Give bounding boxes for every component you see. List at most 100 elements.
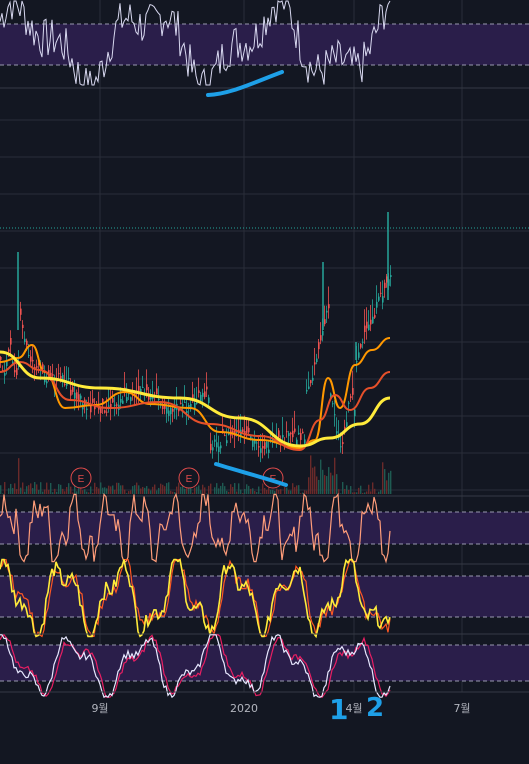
volume-bar [118,482,120,494]
volume-bar [306,490,308,494]
candle-body [286,431,288,433]
candle-body [306,390,308,392]
volume-bar [156,490,158,494]
volume-bar [92,492,94,494]
volume-bar [316,476,318,494]
volume-bar [304,490,306,494]
volume-bar [146,486,148,494]
volume-bar [88,492,90,494]
candle-body [318,342,320,350]
volume-bar [130,490,132,494]
volume-bar [340,493,342,494]
candle-body [264,442,266,449]
candle-body [266,441,268,448]
volume-bar [226,490,228,494]
candle-body [390,275,392,277]
annotation-label-2: 2 [366,693,384,723]
volume-bar [314,466,316,494]
candle-body [36,366,38,368]
candle-body [92,398,94,403]
volume-bar [58,484,60,494]
x-tick-label: 7월 [453,702,470,715]
volume-bar [112,485,114,494]
candle-body [258,446,260,448]
x-axis[interactable]: 9월 2020 4월 7월 [91,702,470,715]
volume-bar [372,482,374,494]
candle-body [322,330,324,336]
candle-body [212,447,214,451]
volume-bar [44,489,46,494]
volume-bar [202,484,204,494]
candle-body [350,396,352,398]
volume-bar [66,487,68,494]
volume-bar [296,485,298,494]
volume-bar [144,487,146,494]
candle-body [30,356,32,362]
volume-bar [16,489,18,494]
volume-bar [224,486,226,494]
volume-bar [254,490,256,494]
candle-body [16,368,18,376]
candle-body [130,397,132,402]
volume-bar [216,483,218,494]
candle-body [170,408,172,415]
volume-bar [128,491,130,494]
volume-bar [388,472,390,494]
candle-body [356,361,358,363]
candle-body [300,433,302,440]
volume-bar [302,492,304,494]
volume-bar [100,482,102,494]
volume-bar [276,488,278,494]
candle-body [14,370,16,373]
volume-bar [330,472,332,494]
volume-bar [280,489,282,494]
volume-bar [184,488,186,494]
candle-body [354,409,356,417]
volume-bar [362,492,364,494]
volume-bar [266,489,268,494]
earnings-label-2: E [186,474,193,485]
volume-bar [206,493,208,494]
volume-bar [178,482,180,494]
volume-bar [366,491,368,494]
candle-body [58,373,60,375]
volume-bar [384,469,386,494]
candle-body [10,337,12,345]
candle-body [278,430,280,438]
candle-body [4,373,6,376]
volume-bar [124,489,126,494]
volume-bar [310,455,312,494]
volume-bar [292,483,294,494]
volume-bar [174,491,176,494]
volume-bar [54,488,56,494]
volume-bar [196,486,198,494]
volume-bar [246,484,248,494]
volume-bar [272,489,274,494]
volume-bar [84,489,86,494]
volume-bar [110,486,112,494]
earnings-marker[interactable]: E [178,467,200,489]
volume-bar [50,482,52,494]
volume-bar [342,482,344,494]
volume-bar [34,482,36,494]
candle-body [316,358,318,363]
volume-bar [140,488,142,494]
volume-bar [38,490,40,494]
volume-bar [48,490,50,494]
volume-bar [0,485,2,494]
candle-body [374,315,376,318]
volume-bar [318,479,320,494]
earnings-marker[interactable]: E [70,467,92,489]
candle-body [126,397,128,402]
candle-body [320,335,322,341]
candle-body [146,384,148,391]
candle-body [104,410,106,413]
volume-bar [172,491,174,494]
chart-canvas[interactable]: E E E 9월 2020 4월 7월 1 2 [0,0,529,764]
candle-body [252,440,254,447]
candle-body [282,434,284,438]
oscillator-panel-1 [0,492,529,565]
volume-bar [70,486,72,494]
volume-bar [214,487,216,494]
volume-bar [262,483,264,494]
